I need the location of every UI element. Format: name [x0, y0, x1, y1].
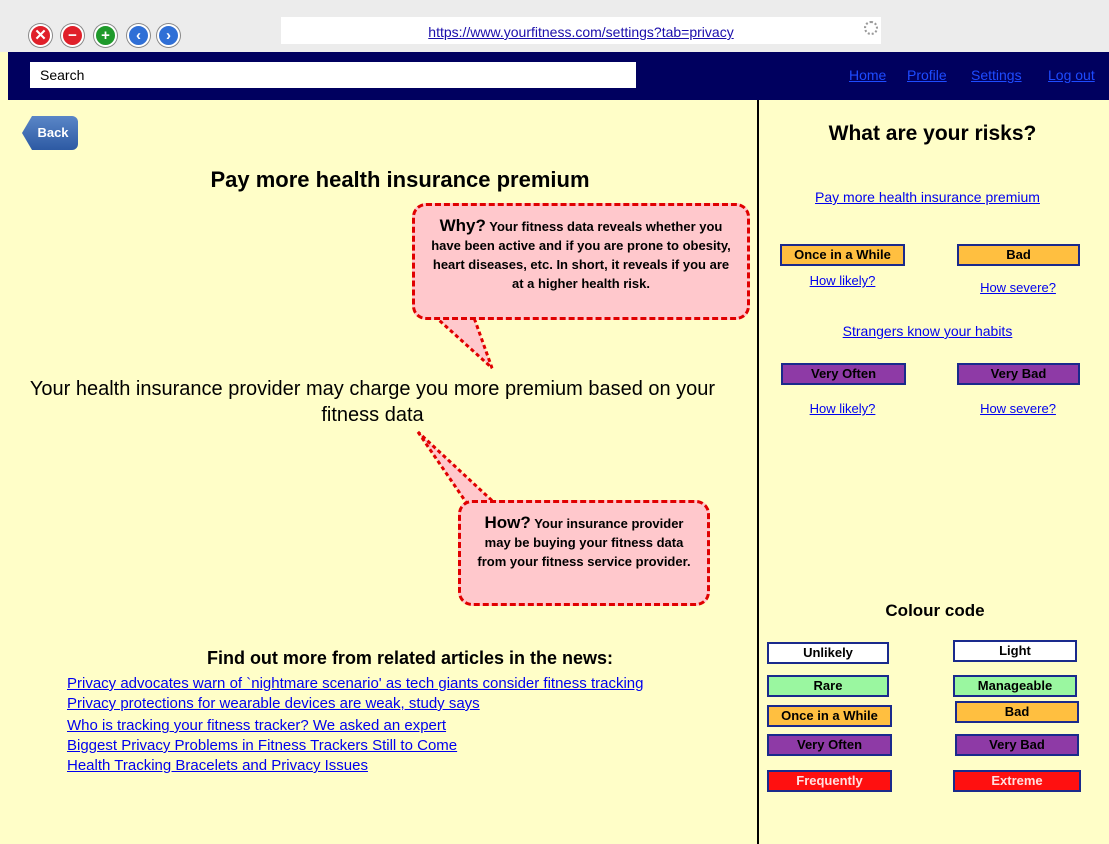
sidebar-title: What are your risks?	[828, 122, 1037, 145]
colour-code-title: Colour code	[885, 601, 985, 620]
colour-code-severity: Extreme	[953, 770, 1081, 792]
why-callout: Why? Your fitness data reveals whether y…	[412, 203, 750, 320]
article-link[interactable]: Privacy advocates warn of `nightmare sce…	[67, 675, 643, 692]
colour-code-likelihood: Rare	[767, 675, 889, 697]
colour-code-likelihood: Once in a While	[767, 705, 892, 727]
colour-code-severity: Bad	[955, 701, 1079, 723]
sidebar-divider	[757, 100, 759, 844]
severity-badge: Very Bad	[957, 363, 1080, 385]
article-link[interactable]: Biggest Privacy Problems in Fitness Trac…	[67, 737, 457, 754]
how-label: How?	[484, 513, 531, 532]
colour-code-severity: Manageable	[953, 675, 1077, 697]
article-link[interactable]: Health Tracking Bracelets and Privacy Is…	[67, 757, 368, 774]
likelihood-badge: Once in a While	[780, 244, 905, 266]
how-likely-link[interactable]: How likely?	[780, 401, 905, 416]
article-link[interactable]: Privacy protections for wearable devices…	[67, 695, 480, 712]
how-callout: How? Your insurance provider may be buyi…	[458, 500, 710, 606]
how-severe-link[interactable]: How severe?	[957, 280, 1079, 295]
article-link[interactable]: Who is tracking your fitness tracker? We…	[67, 717, 446, 734]
risk-statement: Your health insurance provider may charg…	[29, 378, 716, 426]
severity-badge: Bad	[957, 244, 1080, 266]
colour-code-likelihood: Very Often	[767, 734, 892, 756]
nav-link-profile[interactable]: Profile	[907, 67, 947, 83]
likelihood-badge: Very Often	[781, 363, 906, 385]
nav-link-home[interactable]: Home	[849, 67, 886, 83]
how-severe-link[interactable]: How severe?	[957, 401, 1079, 416]
colour-code-severity: Very Bad	[955, 734, 1079, 756]
how-likely-link[interactable]: How likely?	[780, 273, 905, 288]
nav-link-logout[interactable]: Log out	[1048, 67, 1095, 83]
colour-code-likelihood: Frequently	[767, 770, 892, 792]
colour-code-severity: Light	[953, 640, 1077, 662]
how-callout-tail	[416, 430, 504, 510]
nav-link-settings[interactable]: Settings	[971, 67, 1022, 83]
risk-link-insurance[interactable]: Pay more health insurance premium	[780, 189, 1075, 205]
loading-spinner-icon	[864, 21, 878, 35]
risk-link-habits[interactable]: Strangers know your habits	[780, 323, 1075, 339]
why-callout-tail	[426, 310, 494, 370]
articles-heading: Find out more from related articles in t…	[206, 648, 614, 668]
colour-code-likelihood: Unlikely	[767, 642, 889, 664]
why-label: Why?	[439, 216, 486, 235]
